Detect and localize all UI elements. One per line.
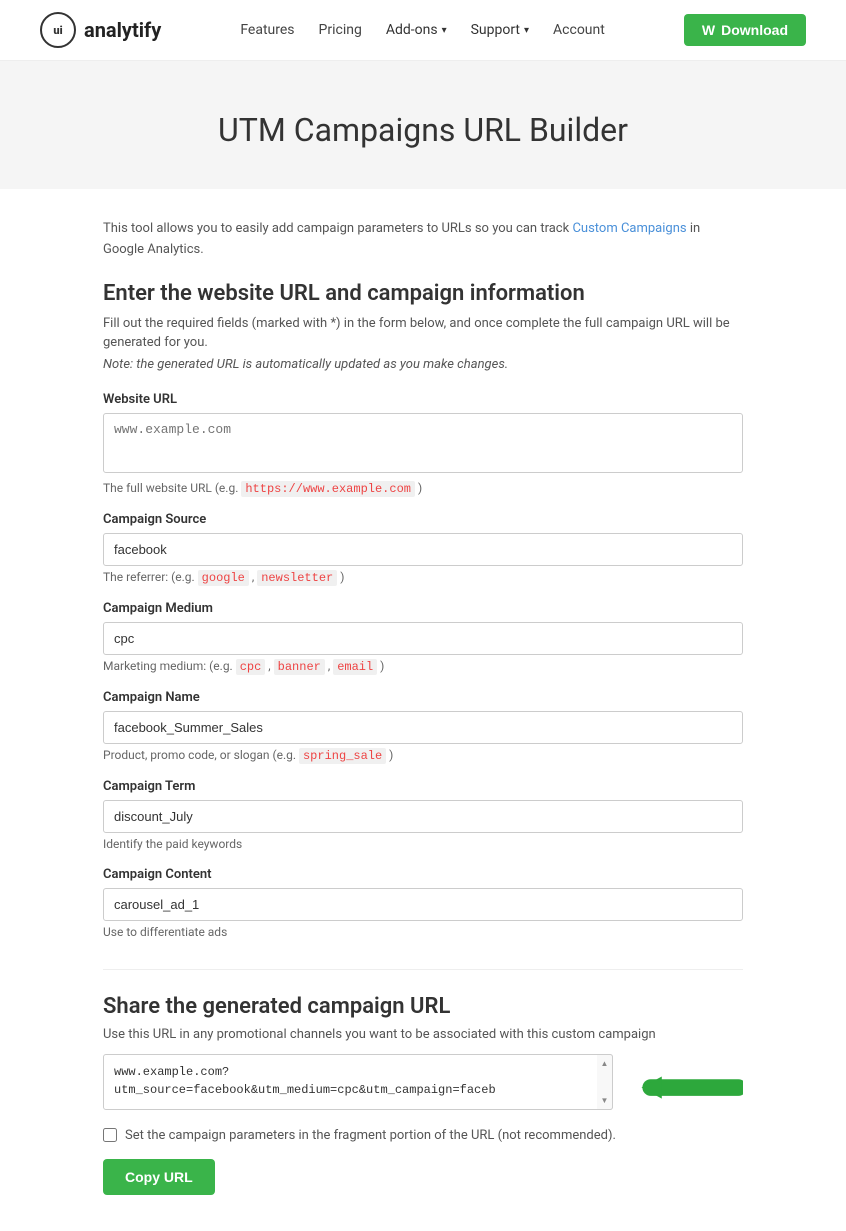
form-section-desc: Fill out the required fields (marked wit… [103, 314, 743, 353]
scroll-down-icon[interactable]: ▼ [601, 1096, 609, 1105]
campaign-medium-hint: Marketing medium: (e.g. cpc , banner , e… [103, 659, 743, 674]
share-desc: Use this URL in any promotional channels… [103, 1027, 743, 1042]
logo-icon: ui [40, 12, 76, 48]
campaign-content-group: Campaign Content Use to differentiate ad… [103, 867, 743, 939]
fragment-checkbox-row: Set the campaign parameters in the fragm… [103, 1128, 743, 1143]
campaign-name-hint: Product, promo code, or slogan (e.g. spr… [103, 748, 743, 763]
campaign-term-hint: Identify the paid keywords [103, 837, 743, 851]
scrollbar[interactable]: ▲ ▼ [597, 1054, 613, 1110]
hero-section: UTM Campaigns URL Builder [0, 61, 846, 189]
campaign-name-label: Campaign Name [103, 690, 743, 705]
form-section-title: Enter the website URL and campaign infor… [103, 281, 743, 306]
copy-url-button[interactable]: Copy URL [103, 1159, 215, 1195]
campaign-name-input[interactable] [103, 711, 743, 744]
campaign-medium-group: Campaign Medium Marketing medium: (e.g. … [103, 601, 743, 674]
campaign-medium-label: Campaign Medium [103, 601, 743, 616]
campaign-content-label: Campaign Content [103, 867, 743, 882]
website-url-hint: The full website URL (e.g. https://www.e… [103, 481, 743, 496]
share-title: Share the generated campaign URL [103, 994, 743, 1019]
generated-url-container: www.example.com? utm_source=facebook&utm… [103, 1054, 613, 1114]
campaign-source-hint: The referrer: (e.g. google , newsletter … [103, 570, 743, 585]
intro-text: This tool allows you to easily add campa… [103, 219, 743, 261]
form-section-note: Note: the generated URL is automatically… [103, 357, 743, 372]
navbar: ui analytify Features Pricing Add-ons Su… [0, 0, 846, 61]
logo-text: analytify [84, 18, 161, 42]
main-content: This tool allows you to easily add campa… [83, 189, 763, 1231]
campaign-term-input[interactable] [103, 800, 743, 833]
website-url-group: Website URL The full website URL (e.g. h… [103, 392, 743, 496]
arrow-wrapper [623, 1058, 743, 1118]
website-url-input[interactable] [103, 413, 743, 473]
generated-url-textarea[interactable]: www.example.com? utm_source=facebook&utm… [103, 1054, 613, 1110]
campaign-term-label: Campaign Term [103, 779, 743, 794]
generated-url-row: www.example.com? utm_source=facebook&utm… [103, 1054, 743, 1118]
campaign-content-input[interactable] [103, 888, 743, 921]
nav-links: Features Pricing Add-ons Support Account [240, 22, 605, 38]
nav-pricing[interactable]: Pricing [319, 22, 362, 38]
fragment-checkbox[interactable] [103, 1128, 117, 1142]
custom-campaigns-link[interactable]: Custom Campaigns [572, 221, 686, 236]
share-section: Share the generated campaign URL Use thi… [103, 969, 743, 1195]
download-button[interactable]: Download [684, 14, 806, 46]
website-url-label: Website URL [103, 392, 743, 407]
scroll-up-icon[interactable]: ▲ [601, 1059, 609, 1068]
green-arrow-icon [623, 1058, 743, 1118]
page-title: UTM Campaigns URL Builder [20, 111, 826, 149]
campaign-content-hint: Use to differentiate ads [103, 925, 743, 939]
campaign-source-input[interactable] [103, 533, 743, 566]
nav-support[interactable]: Support [471, 22, 529, 38]
campaign-medium-input[interactable] [103, 622, 743, 655]
logo[interactable]: ui analytify [40, 12, 161, 48]
campaign-name-group: Campaign Name Product, promo code, or sl… [103, 690, 743, 763]
campaign-term-group: Campaign Term Identify the paid keywords [103, 779, 743, 851]
nav-addons[interactable]: Add-ons [386, 22, 447, 38]
campaign-source-group: Campaign Source The referrer: (e.g. goog… [103, 512, 743, 585]
fragment-checkbox-label: Set the campaign parameters in the fragm… [125, 1128, 616, 1143]
campaign-source-label: Campaign Source [103, 512, 743, 527]
nav-account[interactable]: Account [553, 22, 605, 38]
nav-features[interactable]: Features [240, 22, 294, 38]
